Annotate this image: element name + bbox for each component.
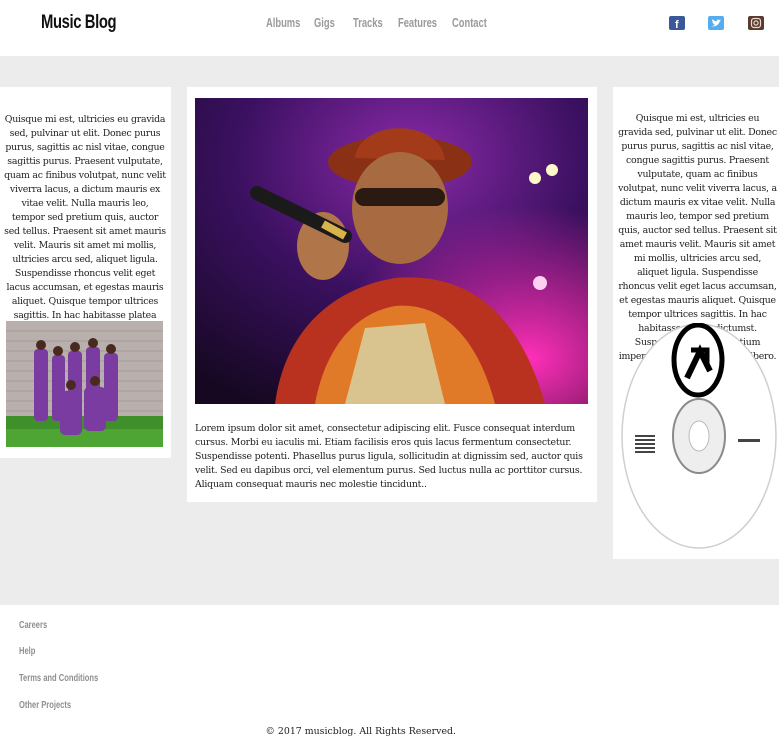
footer-link-other-projects[interactable]: Other Projects (19, 699, 71, 711)
nav-contact[interactable]: Contact (452, 15, 487, 30)
nav-gigs[interactable]: Gigs (314, 15, 335, 30)
site-logo[interactable]: Music Blog (41, 12, 117, 34)
nav-tracks[interactable]: Tracks (353, 15, 383, 30)
site-footer: Careers Help Terms and Conditions Other … (0, 605, 779, 749)
facebook-icon[interactable]: f (669, 16, 685, 30)
instagram-icon[interactable] (748, 16, 764, 30)
middle-card-text: Lorem ipsum dolor sit amet, consectetur … (195, 423, 583, 490)
right-card: Quisque mi est, ultricies eu gravida sed… (613, 87, 779, 559)
footer-link-careers[interactable]: Careers (19, 619, 47, 631)
nav-features[interactable]: Features (398, 15, 437, 30)
middle-card: Lorem ipsum dolor sit amet, consectetur … (187, 87, 597, 502)
svg-text:f: f (675, 19, 679, 30)
copyright-text: © 2017 musicblog. All Rights Reserved. (265, 726, 456, 737)
footer-link-terms[interactable]: Terms and Conditions (19, 672, 98, 684)
footer-link-help[interactable]: Help (19, 645, 35, 657)
twitter-icon[interactable] (708, 16, 724, 30)
site-header: Music Blog Albums Gigs Tracks Features C… (0, 0, 779, 56)
singer-photo (195, 98, 588, 404)
band-photo (6, 321, 163, 447)
album-cd-image (621, 322, 777, 549)
left-card: Quisque mi est, ultricies eu gravida sed… (0, 87, 171, 458)
copyright: © 2017 musicblog. All Rights Reserved. (0, 726, 684, 737)
nav-albums[interactable]: Albums (266, 15, 300, 30)
